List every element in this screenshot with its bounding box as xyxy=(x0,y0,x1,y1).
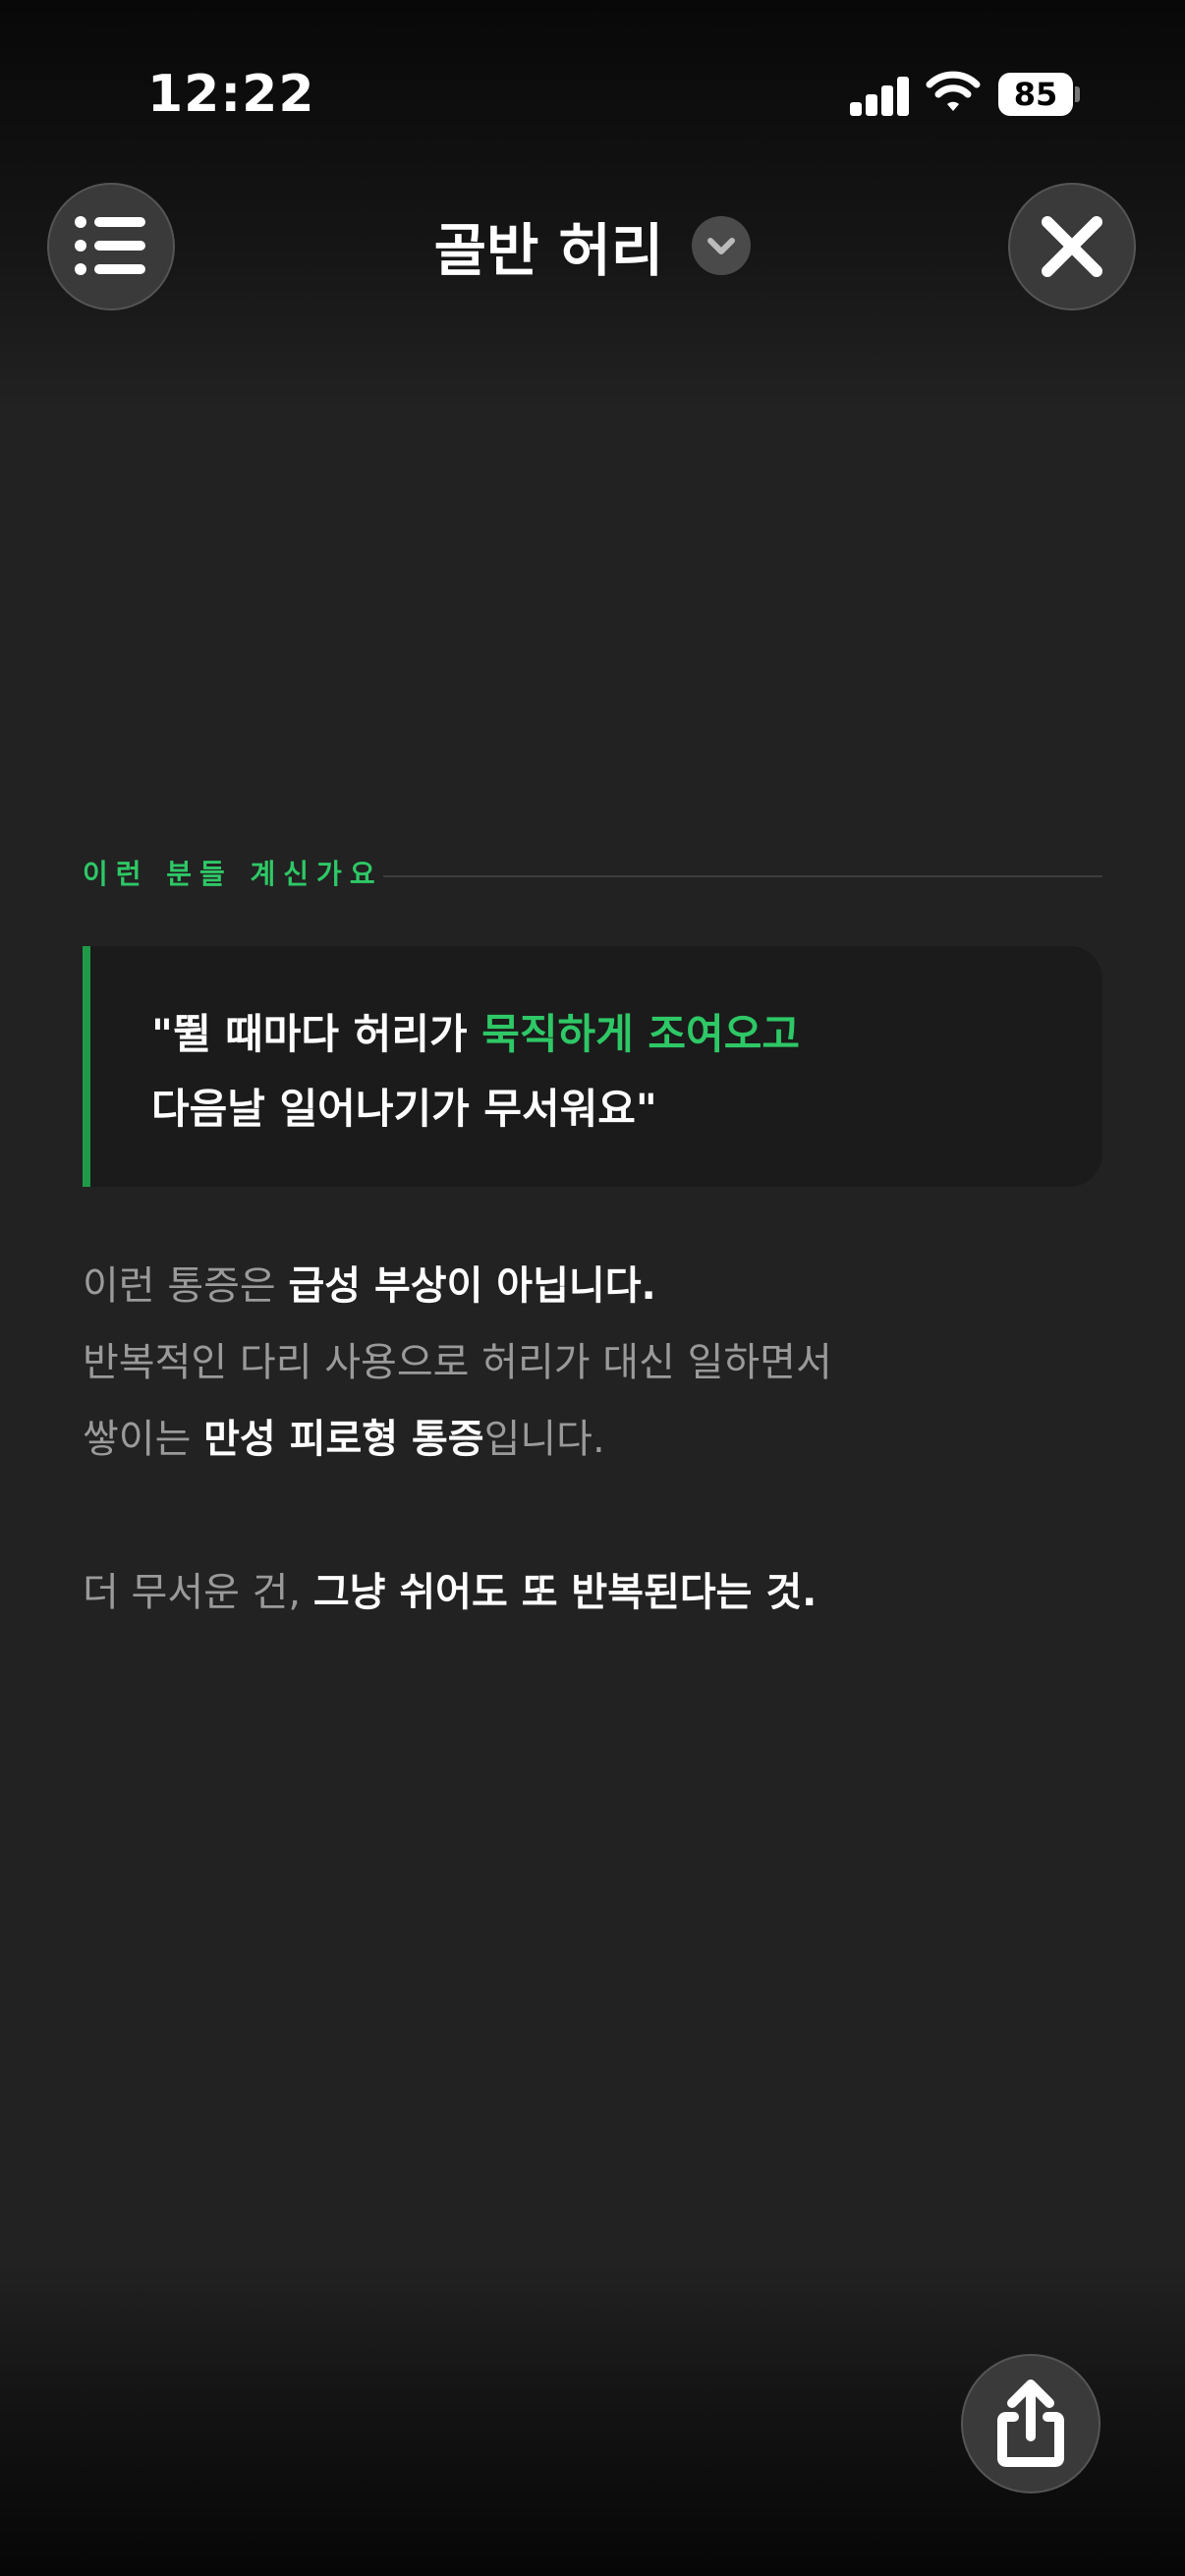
body-line-4-plain: 더 무서운 건, xyxy=(83,1570,313,1615)
body-line-3-bold: 만성 피로형 통증 xyxy=(203,1417,484,1462)
wifi-icon xyxy=(926,71,981,111)
close-button[interactable] xyxy=(1008,183,1136,310)
battery-icon: 85 xyxy=(998,73,1080,116)
quote-highlight: 묵직하게 조여오고 xyxy=(481,1010,800,1058)
body-line-3-plain-a: 쌓이는 xyxy=(83,1417,204,1462)
status-time: 12:22 xyxy=(147,65,315,124)
quote-line-1: "뛸 때마다 허리가 묵직하게 조여오고 xyxy=(151,997,1102,1072)
share-button[interactable] xyxy=(961,2354,1100,2493)
body-line-4-bold: 그냥 쉬어도 또 반복된다는 것. xyxy=(312,1570,818,1615)
section-label: 이런 분들 계신가요 xyxy=(83,858,383,890)
share-icon xyxy=(997,2380,1064,2467)
quote-line-1-prefix: "뛸 때마다 허리가 xyxy=(151,1010,482,1058)
body-line-2: 반복적인 다리 사용으로 허리가 대신 일하면서 xyxy=(83,1340,832,1385)
body-line-3-plain-b: 입니다. xyxy=(483,1417,605,1462)
section-divider xyxy=(383,875,1102,877)
battery-level: 85 xyxy=(1013,76,1058,113)
body-line-1: 이런 통증은 급성 부상이 아닙니다. xyxy=(83,1248,832,1324)
body-line-1-bold: 급성 부상이 아닙니다. xyxy=(288,1263,656,1309)
quote-box: "뛸 때마다 허리가 묵직하게 조여오고 다음날 일어나기가 무서워요" xyxy=(83,946,1102,1187)
status-bar: 12:22 85 xyxy=(0,0,1185,187)
quote-line-2: 다음날 일어나기가 무서워요" xyxy=(151,1085,657,1133)
signal-bars-icon xyxy=(850,75,909,116)
chevron-down-icon[interactable] xyxy=(692,216,752,275)
body-line-3: 쌓이는 만성 피로형 통증입니다. xyxy=(83,1401,832,1478)
page-title[interactable]: 골반 허리 xyxy=(434,204,664,287)
close-icon xyxy=(1042,216,1102,277)
body-line-4: 더 무서운 건, 그냥 쉬어도 또 반복된다는 것. xyxy=(83,1554,832,1631)
body-text: 이런 통증은 급성 부상이 아닙니다. 반복적인 다리 사용으로 허리가 대신 … xyxy=(83,1248,832,1631)
body-line-1-plain: 이런 통증은 xyxy=(83,1263,289,1309)
